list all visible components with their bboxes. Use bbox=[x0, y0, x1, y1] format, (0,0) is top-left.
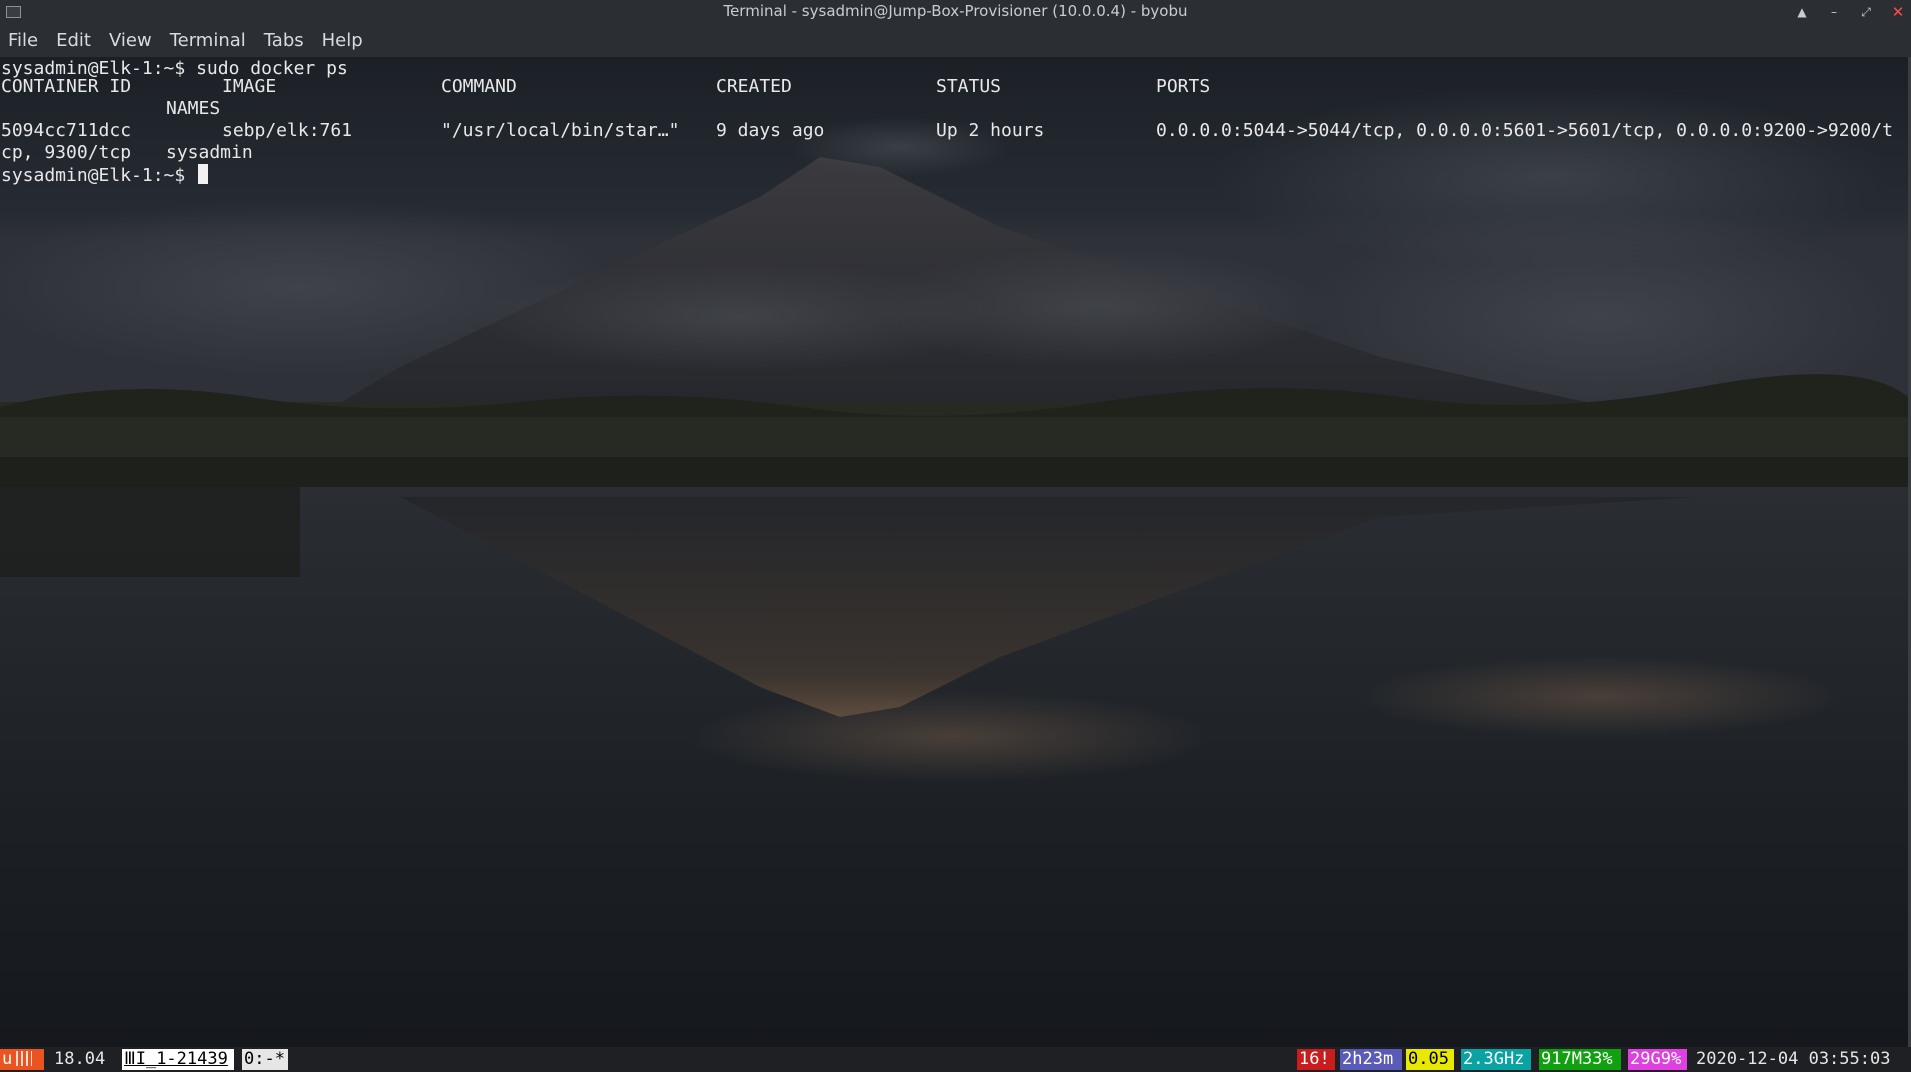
header-image: IMAGE bbox=[222, 76, 277, 97]
header-container-id: CONTAINER ID bbox=[1, 76, 132, 97]
prompt: sysadmin@Elk-1:~$ bbox=[1, 165, 197, 186]
prompt-line: sysadmin@Elk-1:~$ bbox=[1, 164, 209, 187]
terminal-window: Terminal - sysadmin@Jump-Box-Provisioner… bbox=[0, 0, 1911, 1072]
os-version: 18.04 bbox=[54, 1049, 106, 1069]
row-image: sebp/elk:761 bbox=[222, 120, 353, 141]
row-command: "/usr/local/bin/star…" bbox=[441, 120, 680, 141]
row-ports: 0.0.0.0:5044->5044/tcp, 0.0.0.0:5601->56… bbox=[1156, 120, 1893, 141]
logo-text: u bbox=[2, 1049, 13, 1069]
shade-up-icon[interactable]: ▲ bbox=[1793, 3, 1811, 21]
session-name[interactable]: ⅢI_1-21439 bbox=[122, 1049, 234, 1070]
minimize-button[interactable]: – bbox=[1825, 3, 1843, 21]
window-title: Terminal - sysadmin@Jump-Box-Provisioner… bbox=[723, 2, 1188, 20]
cursor bbox=[198, 164, 209, 184]
row-ports-wrap: cp, 9300/tcp bbox=[1, 142, 132, 163]
header-command: COMMAND bbox=[441, 76, 517, 97]
terminal-app-icon bbox=[6, 6, 21, 18]
window-tab[interactable]: 0:-* bbox=[242, 1049, 288, 1070]
disk-badge: 29G9% bbox=[1628, 1049, 1687, 1070]
updates-badge: 16! bbox=[1297, 1049, 1335, 1070]
window-controls: ▲ – ⤢ ✕ bbox=[1793, 0, 1907, 23]
menu-tabs[interactable]: Tabs bbox=[256, 30, 314, 51]
menu-edit[interactable]: Edit bbox=[48, 30, 101, 51]
cpu-badge: 2.3GHz bbox=[1461, 1049, 1531, 1070]
desktop-wallpaper bbox=[0, 57, 1908, 1047]
uptime-badge: 2h23m bbox=[1340, 1049, 1402, 1070]
menu-terminal[interactable]: Terminal bbox=[162, 30, 256, 51]
row-container-id: 5094cc711dcc bbox=[1, 120, 132, 141]
header-ports: PORTS bbox=[1156, 76, 1211, 97]
header-created: CREATED bbox=[716, 76, 792, 97]
menu-help[interactable]: Help bbox=[314, 30, 373, 51]
memory-badge: 917M33% bbox=[1539, 1049, 1621, 1070]
title-bar[interactable]: Terminal - sysadmin@Jump-Box-Provisioner… bbox=[0, 0, 1911, 23]
row-created: 9 days ago bbox=[716, 120, 825, 141]
close-button[interactable]: ✕ bbox=[1889, 3, 1907, 21]
ubuntu-logo-icon: u bbox=[0, 1049, 44, 1070]
byobu-status-bar: u 18.04 ⅢI_1-21439 0:-* 16! 2h23m 0.05 2… bbox=[0, 1047, 1911, 1072]
header-status: STATUS bbox=[936, 76, 1002, 97]
terminal-output[interactable]: sysadmin@Elk-1:~$ sudo docker ps CONTAIN… bbox=[0, 57, 1908, 1047]
menu-view[interactable]: View bbox=[101, 30, 162, 51]
header-names: NAMES bbox=[166, 98, 221, 119]
row-status: Up 2 hours bbox=[936, 120, 1045, 141]
row-names: sysadmin bbox=[166, 142, 253, 163]
load-badge: 0.05 bbox=[1406, 1049, 1454, 1070]
menu-bar: File Edit View Terminal Tabs Help bbox=[0, 23, 1911, 57]
datetime: 2020-12-04 03:55:03 bbox=[1696, 1049, 1891, 1069]
maximize-button[interactable]: ⤢ bbox=[1857, 3, 1875, 21]
menu-file[interactable]: File bbox=[0, 30, 48, 51]
